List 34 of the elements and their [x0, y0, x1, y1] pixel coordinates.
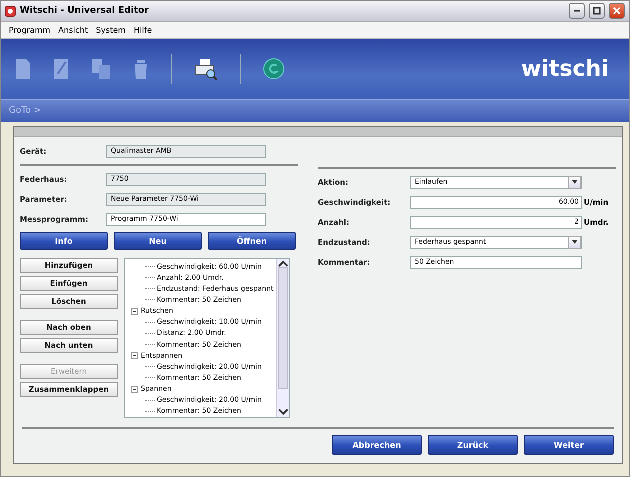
window-title: Witschi - Universal Editor	[20, 6, 150, 16]
dropdown-arrow-icon[interactable]	[572, 240, 578, 244]
expand-toggle-icon[interactable]	[131, 352, 138, 360]
menu-item[interactable]: Programm	[9, 26, 51, 34]
dropdown-arrow-icon[interactable]	[572, 180, 578, 184]
brand-logo: witschi	[521, 56, 610, 82]
footer-button[interactable]: Zurück	[428, 435, 518, 455]
app-icon	[5, 6, 16, 16]
maximize-button[interactable]	[589, 3, 605, 19]
edit-document-icon[interactable]	[53, 58, 69, 80]
mode-button[interactable]: Info	[20, 232, 108, 250]
footer-button[interactable]: Weiter	[524, 435, 614, 455]
close-icon	[613, 7, 621, 15]
document-icon[interactable]	[15, 58, 31, 80]
refresh-icon[interactable]	[263, 58, 285, 80]
trash-icon[interactable]	[133, 58, 149, 80]
tree-view[interactable]	[124, 258, 290, 418]
copy-icon[interactable]	[91, 58, 111, 80]
menu-item[interactable]: Ansicht	[58, 26, 88, 34]
maximize-icon	[593, 7, 601, 15]
scrollbar-thumb[interactable]	[278, 267, 288, 389]
print-preview-icon[interactable]	[194, 57, 218, 81]
expand-toggle-icon[interactable]	[131, 386, 138, 393]
close-button[interactable]	[609, 3, 625, 19]
minimize-icon	[573, 10, 581, 12]
menu-item[interactable]: System	[96, 26, 126, 34]
minimize-button[interactable]	[569, 3, 585, 19]
expand-toggle-icon[interactable]	[131, 308, 138, 315]
mode-button[interactable]: Öffnen	[208, 232, 296, 250]
menu-item[interactable]: Hilfe	[134, 26, 152, 34]
footer-button[interactable]: Abbrechen	[332, 435, 422, 455]
scroll-up-icon[interactable]	[278, 259, 288, 270]
scroll-down-icon[interactable]	[278, 406, 288, 417]
mode-button[interactable]: Neu	[114, 232, 202, 250]
